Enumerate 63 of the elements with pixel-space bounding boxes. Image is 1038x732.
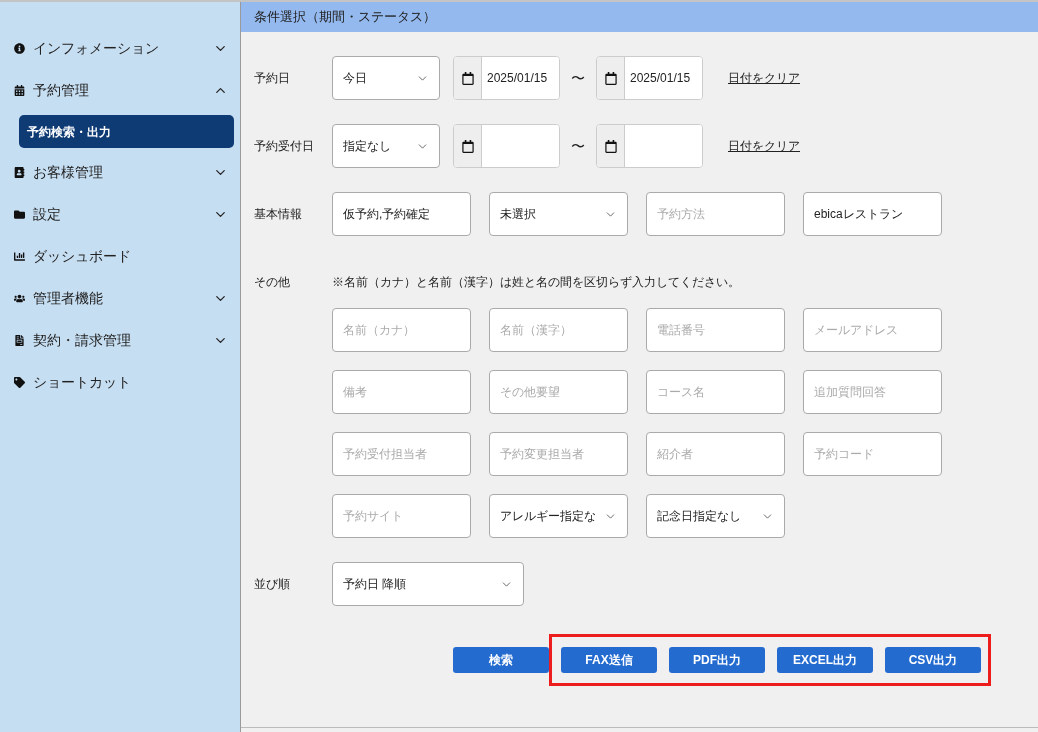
folder-icon: [14, 208, 25, 220]
calendar-icon: [14, 84, 25, 96]
sidebar-item[interactable]: お客様管理: [0, 151, 240, 193]
export-button[interactable]: CSV出力: [885, 647, 981, 673]
calendar-icon: [604, 139, 617, 153]
text-input[interactable]: 予約サイト: [332, 494, 471, 538]
search-button[interactable]: 検索: [453, 647, 549, 673]
calendar-icon: [461, 71, 474, 85]
bar-chart-icon: [14, 250, 25, 262]
info-icon: [14, 42, 25, 54]
sidebar-item[interactable]: ショートカット: [0, 361, 240, 403]
sidebar-item[interactable]: 予約管理: [0, 69, 240, 111]
tag-icon: [14, 376, 25, 388]
document-icon: [14, 334, 25, 346]
calendar-icon: [604, 71, 617, 85]
export-button[interactable]: PDF出力: [669, 647, 765, 673]
sidebar-item[interactable]: 管理者機能: [0, 277, 240, 319]
sidebar-subitem[interactable]: 予約検索・出力: [19, 115, 234, 148]
text-input[interactable]: メールアドレス: [803, 308, 942, 352]
note-text: ※名前（カナ）と名前（漢字）は姓と名の間を区切らず入力してください。: [332, 274, 741, 291]
export-button[interactable]: FAX送信: [561, 647, 657, 673]
text-input[interactable]: 予約方法: [646, 192, 785, 236]
date-field[interactable]: [596, 124, 703, 168]
contact-card-icon: [14, 166, 25, 178]
date-field[interactable]: 2025/01/15: [453, 56, 560, 100]
text-input[interactable]: 名前（カナ）: [332, 308, 471, 352]
text-input[interactable]: 仮予約,予約確定: [332, 192, 471, 236]
text-input[interactable]: その他要望: [489, 370, 628, 414]
sidebar-item[interactable]: インフォメーション: [0, 27, 240, 69]
select-dropdown[interactable]: 指定なし: [332, 124, 440, 168]
text-input[interactable]: コース名: [646, 370, 785, 414]
text-input[interactable]: 名前（漢字）: [489, 308, 628, 352]
section-header: 条件選択（期間・ステータス）: [241, 2, 1038, 32]
select-dropdown[interactable]: 記念日指定なし: [646, 494, 785, 538]
text-input[interactable]: 予約コード: [803, 432, 942, 476]
users-icon: [14, 292, 25, 304]
text-input[interactable]: 追加質問回答: [803, 370, 942, 414]
select-dropdown[interactable]: アレルギー指定な: [489, 494, 628, 538]
calendar-icon: [461, 139, 474, 153]
field-label: 基本情報: [254, 206, 302, 222]
field-label: 予約日: [254, 70, 290, 87]
clear-date-link[interactable]: 日付をクリア: [728, 137, 800, 155]
text-input[interactable]: 備考: [332, 370, 471, 414]
select-dropdown[interactable]: 予約日 降順: [332, 562, 524, 606]
clear-date-link[interactable]: 日付をクリア: [728, 69, 800, 87]
text-input[interactable]: 紹介者: [646, 432, 785, 476]
sidebar-item[interactable]: 契約・請求管理: [0, 319, 240, 361]
sidebar-item[interactable]: ダッシュボード: [0, 235, 240, 277]
select-dropdown[interactable]: 未選択: [489, 192, 628, 236]
select-dropdown[interactable]: 今日: [332, 56, 440, 100]
field-label: 予約受付日: [254, 138, 314, 155]
field-label: その他: [254, 274, 290, 290]
date-field[interactable]: 2025/01/15: [596, 56, 703, 100]
text-input[interactable]: 電話番号: [646, 308, 785, 352]
range-separator: 〜: [570, 68, 586, 88]
text-input[interactable]: 予約受付担当者: [332, 432, 471, 476]
text-input[interactable]: ebicaレストラン: [803, 192, 942, 236]
range-separator: 〜: [570, 136, 586, 156]
export-button[interactable]: EXCEL出力: [777, 647, 873, 673]
field-label: 並び順: [254, 576, 290, 593]
text-input[interactable]: 予約変更担当者: [489, 432, 628, 476]
sidebar-item[interactable]: 設定: [0, 193, 240, 235]
date-field[interactable]: [453, 124, 560, 168]
